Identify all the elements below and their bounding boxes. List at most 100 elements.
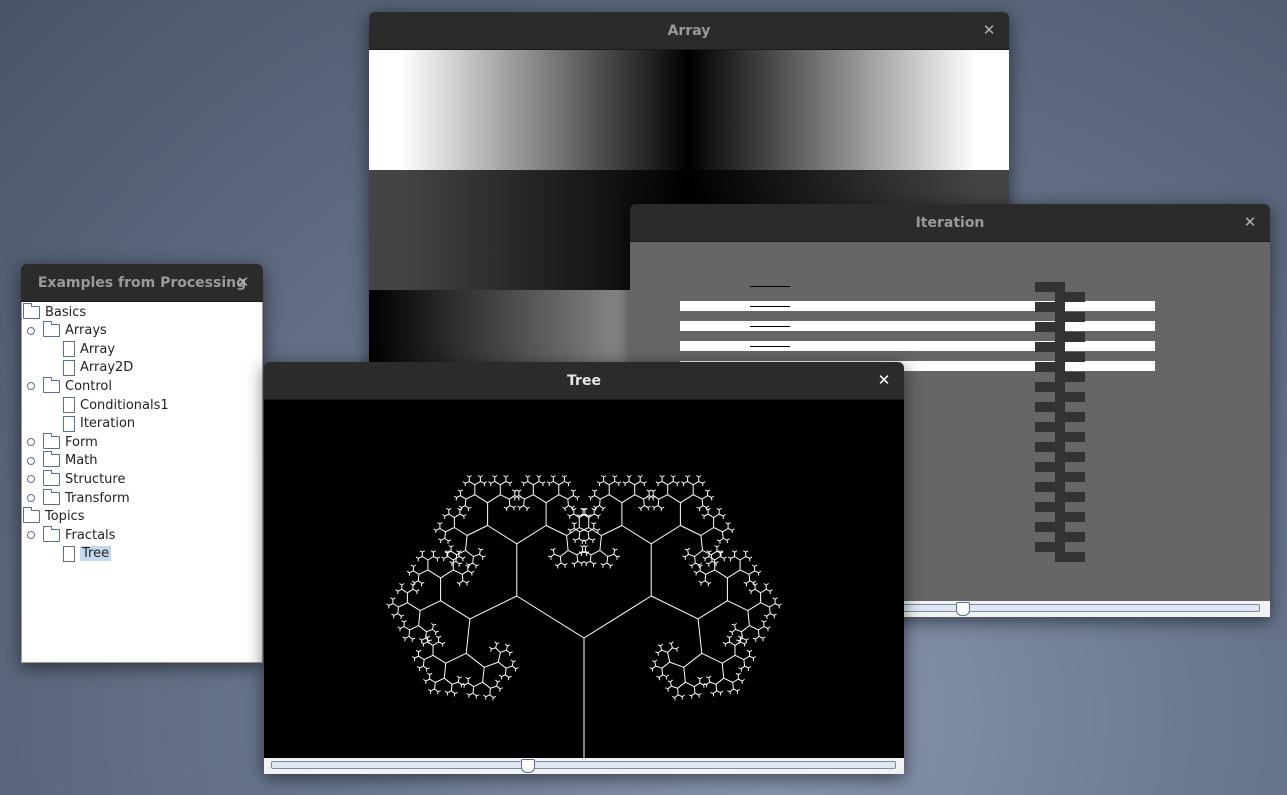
- tree-folder-item[interactable]: Form: [43, 432, 98, 451]
- iteration-block: [1055, 512, 1085, 522]
- iteration-block: [1035, 322, 1065, 332]
- tree-folder-item[interactable]: Topics: [23, 507, 85, 526]
- tree-folder-item[interactable]: Math: [43, 451, 98, 470]
- iteration-block: [1055, 332, 1085, 342]
- tree-item-label: Structure: [65, 471, 126, 487]
- iteration-block: [1035, 502, 1065, 512]
- tree-slider-track[interactable]: [271, 761, 896, 769]
- fractal-branches: [386, 475, 782, 758]
- tree-folder-item[interactable]: Basics: [23, 302, 87, 321]
- folder-icon: [23, 302, 40, 319]
- expand-toggle-icon[interactable]: [27, 494, 35, 502]
- expand-toggle-icon[interactable]: [27, 531, 35, 540]
- folder-icon: [43, 525, 60, 542]
- folder-icon: [43, 321, 60, 338]
- file-icon: [63, 341, 75, 358]
- tree-folder-item[interactable]: Transform: [43, 488, 130, 507]
- tree-item-label: Control: [65, 378, 112, 394]
- tree-item-label: Array: [80, 341, 116, 357]
- iteration-block: [1055, 432, 1085, 442]
- folder-icon: [43, 469, 60, 486]
- iteration-block: [1035, 382, 1065, 392]
- iteration-block: [1055, 492, 1085, 502]
- tree-file-item[interactable]: Iteration: [63, 415, 135, 433]
- iteration-block: [1055, 552, 1085, 562]
- iteration-block: [1035, 362, 1065, 372]
- tree-item-label: Iteration: [80, 416, 136, 432]
- tree-item-label: Transform: [65, 490, 130, 506]
- tree-file-item[interactable]: Array2D: [63, 359, 133, 377]
- iteration-block: [1035, 302, 1065, 312]
- folder-icon: [23, 507, 40, 524]
- tree-file-item[interactable]: Conditionals1: [63, 396, 169, 414]
- iteration-block: [1035, 282, 1065, 292]
- expand-toggle-icon[interactable]: [27, 438, 35, 447]
- tree-title: Tree: [567, 372, 601, 389]
- array-titlebar[interactable]: Array ✕: [369, 12, 1009, 50]
- tree-canvas: [264, 400, 904, 774]
- iteration-block: [1035, 442, 1065, 452]
- tree-titlebar[interactable]: Tree ✕: [264, 362, 904, 400]
- iteration-block: [1055, 452, 1085, 462]
- iteration-block: [1055, 412, 1085, 422]
- iteration-block: [1055, 372, 1085, 382]
- iteration-block: [1055, 352, 1085, 362]
- folder-icon: [43, 432, 60, 449]
- tree-folder-item[interactable]: Arrays: [43, 321, 107, 340]
- tree-item-label: Arrays: [65, 323, 107, 339]
- expand-toggle-icon[interactable]: [27, 382, 35, 391]
- file-icon: [63, 359, 75, 376]
- examples-tree[interactable]: Basics Arrays Array Array2D Control Condition…: [21, 302, 263, 663]
- iteration-block: [1055, 392, 1085, 402]
- iteration-block: [1035, 542, 1065, 552]
- iteration-tick: [750, 346, 790, 347]
- iteration-close-icon[interactable]: ✕: [1242, 214, 1258, 230]
- gradient-band-white: [369, 50, 1009, 170]
- iteration-tick: [750, 286, 790, 287]
- folder-icon: [43, 376, 60, 393]
- tree-slider-thumb[interactable]: [521, 759, 536, 773]
- tree-item-label: Math: [65, 453, 98, 469]
- iteration-block: [1055, 292, 1085, 302]
- tree-folder-item[interactable]: Structure: [43, 469, 126, 488]
- file-icon: [63, 397, 75, 413]
- tree-item-label: Conditionals1: [80, 397, 169, 413]
- fractal-tree-drawing: [386, 475, 782, 758]
- iteration-block: [1055, 472, 1085, 482]
- array-title: Array: [667, 22, 711, 39]
- examples-titlebar[interactable]: Examples from Processing ✕: [21, 264, 263, 302]
- expand-toggle-icon[interactable]: [27, 326, 35, 335]
- tree-close-icon[interactable]: ✕: [876, 372, 892, 388]
- tree-item-label: Basics: [45, 304, 87, 320]
- tree-item-label: Fractals: [65, 527, 116, 543]
- array-close-icon[interactable]: ✕: [981, 22, 997, 38]
- iteration-title: Iteration: [915, 214, 985, 231]
- iteration-block: [1035, 342, 1065, 352]
- folder-icon: [43, 451, 60, 468]
- examples-close-icon[interactable]: ✕: [235, 274, 251, 290]
- tree-item-label: Tree: [80, 546, 112, 562]
- examples-title: Examples from Processing: [37, 274, 247, 291]
- tree-folder-item[interactable]: Control: [43, 376, 112, 395]
- iteration-block: [1055, 532, 1085, 542]
- tree-file-item[interactable]: Array: [63, 340, 115, 358]
- iteration-block: [1035, 402, 1065, 412]
- iteration-block: [1035, 462, 1065, 472]
- file-icon: [63, 415, 75, 432]
- expand-toggle-icon[interactable]: [27, 475, 35, 484]
- iteration-block: [1035, 522, 1065, 532]
- tree-window[interactable]: Tree ✕: [264, 362, 904, 774]
- iteration-tick: [750, 306, 790, 307]
- expand-toggle-icon[interactable]: [27, 456, 35, 465]
- folder-icon: [43, 488, 60, 505]
- tree-file-item[interactable]: Tree: [63, 545, 112, 563]
- examples-window[interactable]: Examples from Processing ✕ Basics Arrays A…: [21, 264, 263, 663]
- iteration-titlebar[interactable]: Iteration ✕: [630, 204, 1270, 242]
- iteration-slider-thumb[interactable]: [956, 602, 970, 616]
- tree-item-label: Topics: [45, 509, 85, 525]
- tree-folder-item[interactable]: Fractals: [43, 525, 116, 544]
- file-icon: [63, 545, 75, 562]
- iteration-block: [1035, 422, 1065, 432]
- iteration-tick: [750, 326, 790, 327]
- tree-item-label: Form: [65, 434, 98, 450]
